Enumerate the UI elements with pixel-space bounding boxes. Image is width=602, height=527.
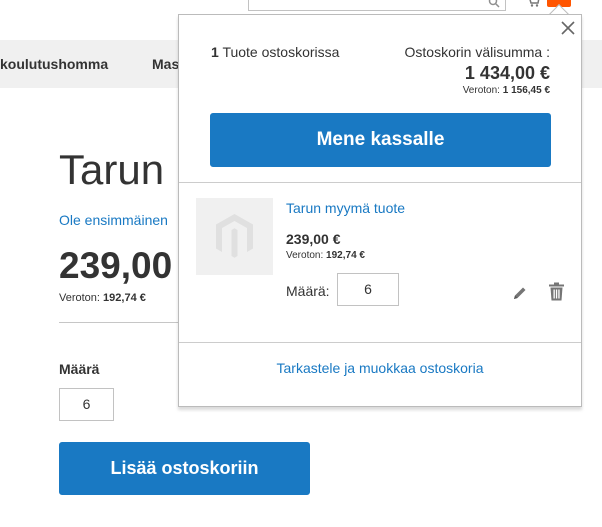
cart-item-excl-value: 192,74 € xyxy=(326,250,365,261)
cart-item-excl-label: Veroton: xyxy=(286,250,324,261)
cart-item-price: 239,00 € xyxy=(286,231,341,247)
trash-icon[interactable] xyxy=(548,282,565,301)
excl-tax-label: Veroton: xyxy=(59,292,100,304)
magento-logo-icon xyxy=(216,214,253,258)
excl-tax-value: 192,74 € xyxy=(103,292,146,304)
qty-label: Määrä xyxy=(59,361,100,377)
subtotal-label: Ostoskorin välisumma : xyxy=(404,44,550,60)
search-input[interactable] xyxy=(248,0,506,11)
add-review-link[interactable]: Ole ensimmäinen xyxy=(59,212,168,228)
cart-icon[interactable] xyxy=(526,0,540,7)
cart-item-qty-input[interactable]: 6 xyxy=(337,273,399,306)
nav-item-koulutushomma[interactable]: koulutushomma xyxy=(0,56,108,72)
pencil-icon[interactable] xyxy=(512,285,528,301)
nav-item-mas[interactable]: Mas xyxy=(152,56,179,72)
divider xyxy=(179,182,581,183)
subtotal-excl-value: 1 156,45 € xyxy=(502,85,550,96)
checkout-button[interactable]: Mene kassalle xyxy=(210,113,551,167)
product-price-excl-tax: Veroton: 192,74 € xyxy=(59,292,146,304)
cart-item-qty-label: Määrä: xyxy=(286,283,330,299)
product-price: 239,00 xyxy=(59,245,173,286)
subtotal-amount: 1 434,00 € xyxy=(464,63,550,83)
subtotal-excl-label: Veroton: xyxy=(462,85,500,96)
items-count-text: Tuote ostoskorissa xyxy=(222,44,340,60)
view-edit-cart-link[interactable]: Tarkastele ja muokkaa ostoskoria xyxy=(179,360,581,376)
subtotal-excl-tax: Veroton: 1 156,45 € xyxy=(463,85,550,96)
divider xyxy=(59,322,189,323)
qty-input[interactable]: 6 xyxy=(59,388,114,421)
cart-item-excl-tax: Veroton: 192,74 € xyxy=(286,250,365,261)
cart-item-name-link[interactable]: Tarun myymä tuote xyxy=(286,200,405,216)
items-count-number: 1 xyxy=(211,44,219,60)
divider xyxy=(179,342,581,343)
add-to-cart-button[interactable]: Lisää ostoskoriin xyxy=(59,442,310,495)
product-thumbnail[interactable] xyxy=(196,198,273,275)
items-count: 1 Tuote ostoskorissa xyxy=(211,44,339,60)
search-icon[interactable] xyxy=(488,0,500,8)
minicart-dropdown: 1 Tuote ostoskorissa Ostoskorin välisumm… xyxy=(178,14,582,407)
close-icon[interactable] xyxy=(559,19,577,37)
